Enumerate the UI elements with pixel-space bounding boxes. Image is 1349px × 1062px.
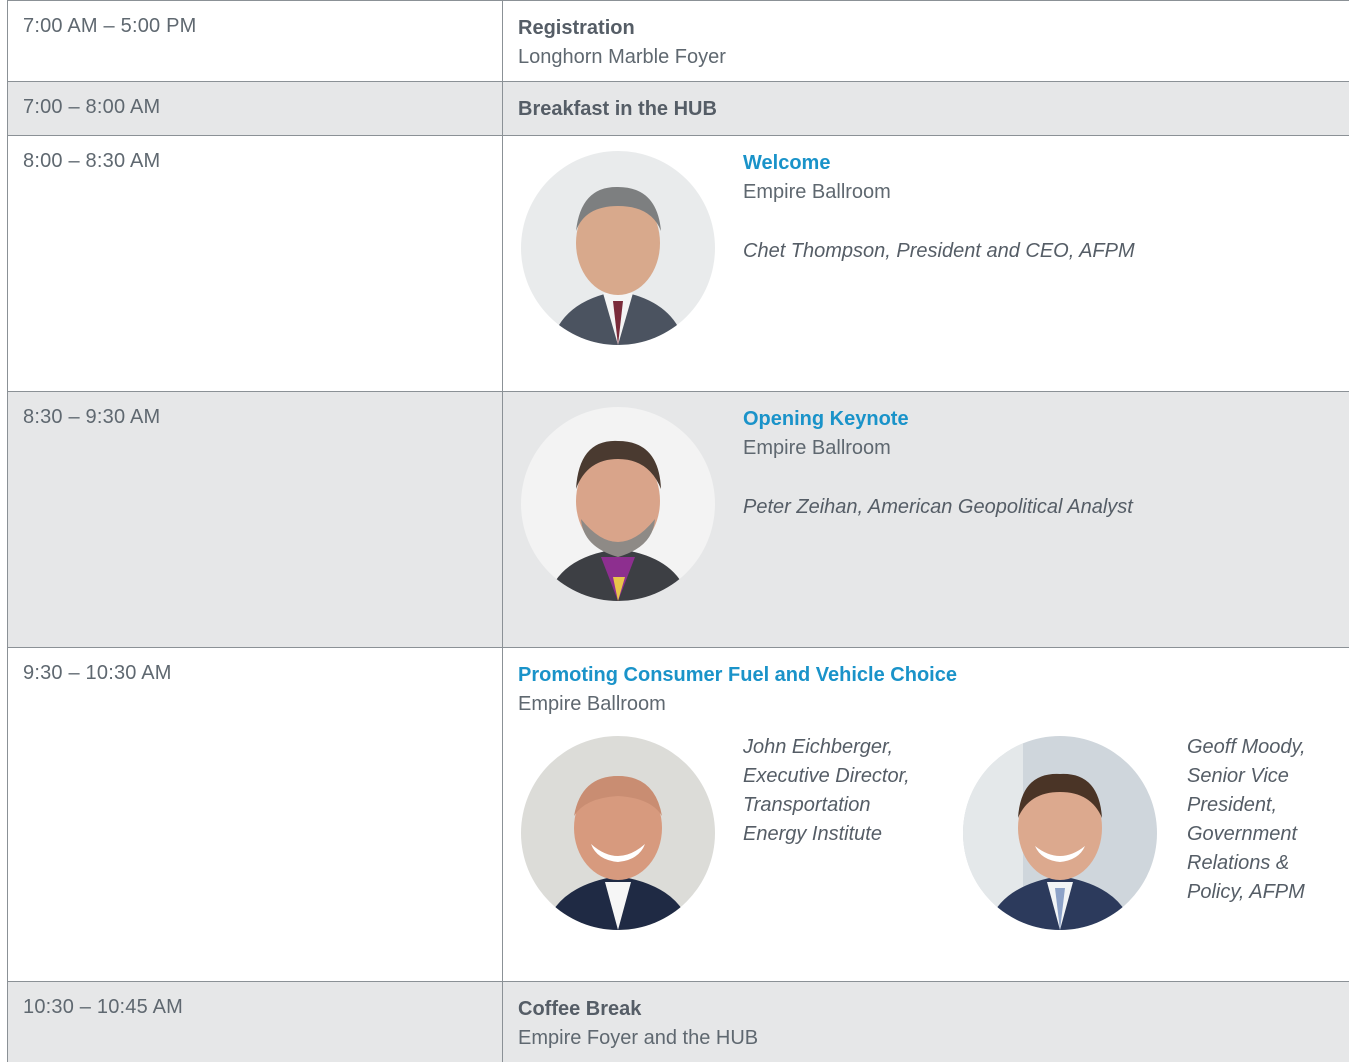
agenda-row-welcome: 8:00 – 8:30 AM Welcome Empire Ballroom C…: [8, 136, 1349, 392]
session-location: Empire Ballroom: [743, 437, 891, 459]
session-time: 7:00 – 8:00 AM: [8, 82, 503, 135]
agenda-row-breakfast: 7:00 – 8:00 AM Breakfast in the HUB: [8, 82, 1349, 136]
session-text: Opening Keynote Empire Ballroom Peter Ze…: [743, 405, 1133, 522]
agenda-table: 7:00 AM – 5:00 PM Registration Longhorn …: [7, 0, 1349, 1062]
session-detail: Breakfast in the HUB: [503, 82, 1349, 135]
session-location: Empire Ballroom: [743, 181, 891, 203]
agenda-row-coffee-break: 10:30 – 10:45 AM Coffee Break Empire Foy…: [8, 982, 1349, 1062]
session-title: Registration: [518, 17, 635, 39]
speaker-line: Executive Director,: [743, 765, 910, 787]
speaker-bio: Geoff Moody, Senior Vice President, Gove…: [1187, 733, 1306, 907]
session-detail: Opening Keynote Empire Ballroom Peter Ze…: [503, 392, 1349, 647]
speaker-line: John Eichberger,: [743, 736, 894, 758]
session-detail: Promoting Consumer Fuel and Vehicle Choi…: [503, 648, 1349, 981]
speaker-name: Chet Thompson, President and CEO, AFPM: [743, 240, 1135, 262]
speaker-line: Policy, AFPM: [1187, 881, 1305, 903]
speaker-line: Geoff Moody,: [1187, 736, 1306, 758]
session-time: 8:30 – 9:30 AM: [8, 392, 503, 647]
speaker-line: Government: [1187, 823, 1298, 845]
session-time: 8:00 – 8:30 AM: [8, 136, 503, 391]
speaker-photo-icon: [521, 407, 715, 601]
session-location: Empire Ballroom: [518, 693, 666, 715]
session-time: 7:00 AM – 5:00 PM: [8, 1, 503, 81]
session-location: Empire Foyer and the HUB: [518, 1027, 759, 1049]
agenda-row-panel: 9:30 – 10:30 AM Promoting Consumer Fuel …: [8, 648, 1349, 982]
session-title: Promoting Consumer Fuel and Vehicle Choi…: [518, 664, 957, 686]
session-detail: Coffee Break Empire Foyer and the HUB: [503, 982, 1349, 1062]
agenda-row-registration: 7:00 AM – 5:00 PM Registration Longhorn …: [8, 1, 1349, 82]
session-time: 10:30 – 10:45 AM: [8, 982, 503, 1062]
session-time: 9:30 – 10:30 AM: [8, 648, 503, 981]
session-detail: Welcome Empire Ballroom Chet Thompson, P…: [503, 136, 1349, 391]
speaker-photo-icon: [521, 736, 715, 930]
speaker-line: Transportation: [743, 794, 871, 816]
session-location: Longhorn Marble Foyer: [518, 46, 726, 68]
session-text: Welcome Empire Ballroom Chet Thompson, P…: [743, 149, 1135, 266]
session-title: Coffee Break: [518, 998, 642, 1020]
session-title: Opening Keynote: [743, 408, 909, 430]
speaker-bio: John Eichberger, Executive Director, Tra…: [743, 733, 910, 849]
session-title: Breakfast in the HUB: [518, 98, 717, 120]
speaker-photo-icon: [963, 736, 1157, 930]
speaker-line: Relations &: [1187, 852, 1290, 874]
agenda-row-keynote: 8:30 – 9:30 AM Opening Keynote Empire Ba…: [8, 392, 1349, 648]
speaker-line: President,: [1187, 794, 1278, 816]
speaker-photo-icon: [521, 151, 715, 345]
speaker-line: Energy Institute: [743, 823, 882, 845]
speaker-name: Peter Zeihan, American Geopolitical Anal…: [743, 496, 1133, 518]
session-title: Welcome: [743, 152, 831, 174]
session-detail: Registration Longhorn Marble Foyer: [503, 1, 1349, 81]
speaker-line: Senior Vice: [1187, 765, 1289, 787]
